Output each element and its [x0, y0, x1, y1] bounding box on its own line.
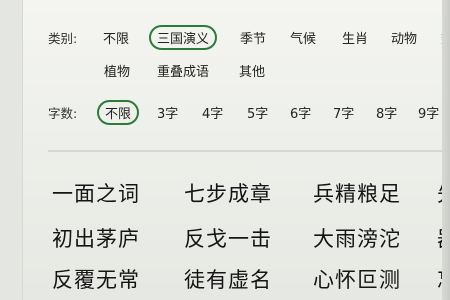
- category-option-climate[interactable]: 气候: [290, 28, 316, 47]
- category-option-unlimited[interactable]: 不限: [103, 28, 129, 47]
- idiom-link[interactable]: 七步成章: [184, 178, 272, 208]
- screen: 类别: 不限 三国演义 季节 气候 生肖 动物 数 植物 重叠成语 其他 字数:…: [0, 0, 450, 300]
- char-count-option-8[interactable]: 8字: [376, 103, 397, 122]
- char-count-option-7[interactable]: 7字: [333, 103, 354, 122]
- left-panel-edge: [0, 0, 23, 300]
- idiom-link[interactable]: 反戈一击: [184, 223, 272, 253]
- category-label: 类别:: [48, 31, 78, 46]
- char-count-option-3[interactable]: 3字: [157, 103, 178, 122]
- category-option-animal[interactable]: 动物: [391, 28, 417, 47]
- category-option-zodiac[interactable]: 生肖: [342, 28, 368, 47]
- right-edge: [442, 0, 450, 300]
- category-option-season[interactable]: 季节: [240, 28, 266, 47]
- category-option-reduplicated[interactable]: 重叠成语: [157, 61, 209, 80]
- char-count-option-9[interactable]: 9字: [418, 103, 439, 122]
- idiom-link[interactable]: 一面之词: [52, 178, 140, 208]
- idiom-link[interactable]: 初出茅庐: [52, 223, 140, 253]
- char-count-label: 字数:: [48, 106, 78, 121]
- category-option-plant[interactable]: 植物: [104, 61, 130, 80]
- char-count-option-4[interactable]: 4字: [202, 103, 223, 122]
- idiom-link[interactable]: 徒有虚名: [184, 264, 272, 294]
- idiom-link[interactable]: 反覆无常: [52, 264, 140, 294]
- section-divider: [48, 150, 450, 152]
- char-count-option-6[interactable]: 6字: [290, 103, 311, 122]
- idiom-link[interactable]: 心怀叵测: [313, 264, 401, 294]
- char-count-option-unlimited[interactable]: 不限: [97, 100, 140, 125]
- char-count-option-5[interactable]: 5字: [247, 103, 268, 122]
- idiom-link[interactable]: 大雨滂沱: [313, 223, 401, 253]
- category-option-other[interactable]: 其他: [239, 61, 265, 80]
- category-option-three-kingdoms[interactable]: 三国演义: [149, 25, 218, 50]
- idiom-link[interactable]: 兵精粮足: [313, 178, 401, 208]
